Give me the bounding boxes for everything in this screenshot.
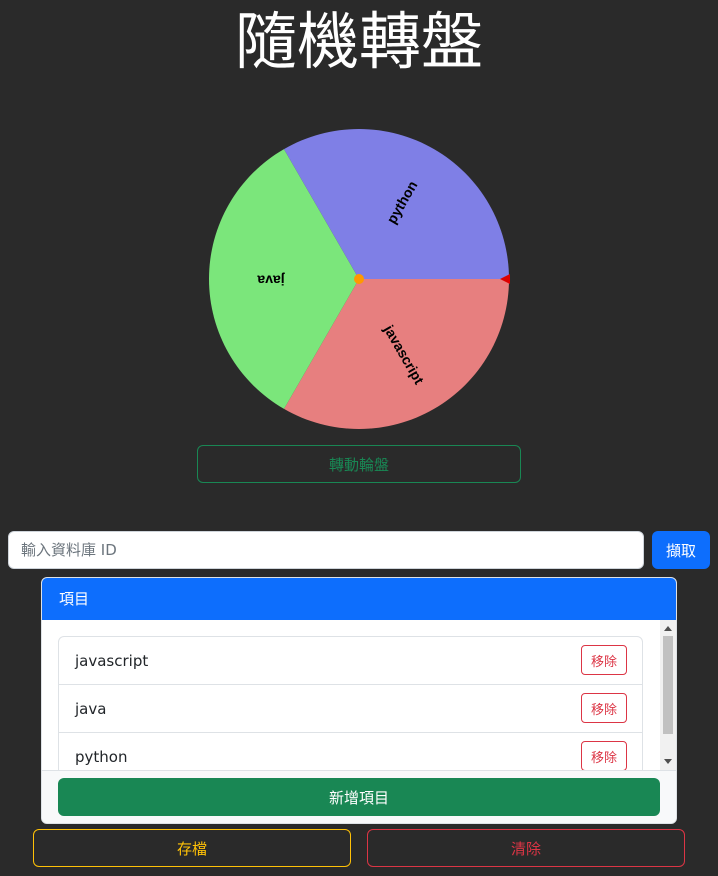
items-card-header: 項目 xyxy=(42,578,676,620)
items-card-footer: 新增項目 xyxy=(42,770,676,823)
fetch-button[interactable]: 擷取 xyxy=(652,531,710,569)
list-item: python 移除 xyxy=(59,733,642,770)
items-card: 項目 javascript 移除 java 移除 python 移除 新增項目 xyxy=(41,577,677,824)
remove-item-button[interactable]: 移除 xyxy=(581,741,627,770)
list-scrollbar[interactable] xyxy=(660,620,676,770)
spin-wheel[interactable]: javascriptjavapython xyxy=(0,0,718,440)
remove-item-button[interactable]: 移除 xyxy=(581,645,627,675)
save-button[interactable]: 存檔 xyxy=(33,829,351,867)
scroll-thumb[interactable] xyxy=(663,636,673,734)
spin-wheel-button[interactable]: 轉動輪盤 xyxy=(197,445,521,483)
items-list: javascript 移除 java 移除 python 移除 xyxy=(58,636,643,770)
clear-button[interactable]: 清除 xyxy=(367,829,685,867)
list-item: java 移除 xyxy=(59,685,642,733)
add-item-button[interactable]: 新增項目 xyxy=(58,778,660,816)
wheel-center-dot xyxy=(354,274,364,284)
item-label: java xyxy=(75,700,107,718)
remove-item-button[interactable]: 移除 xyxy=(581,693,627,723)
list-item: javascript 移除 xyxy=(59,637,642,685)
scroll-up-icon[interactable] xyxy=(664,626,672,631)
wheel-label-java: java xyxy=(257,272,285,288)
database-id-input[interactable] xyxy=(8,531,644,569)
items-list-scroll-area[interactable]: javascript 移除 java 移除 python 移除 xyxy=(42,620,676,770)
item-label: javascript xyxy=(75,652,149,670)
item-label: python xyxy=(75,748,128,766)
scroll-down-icon[interactable] xyxy=(664,759,672,764)
